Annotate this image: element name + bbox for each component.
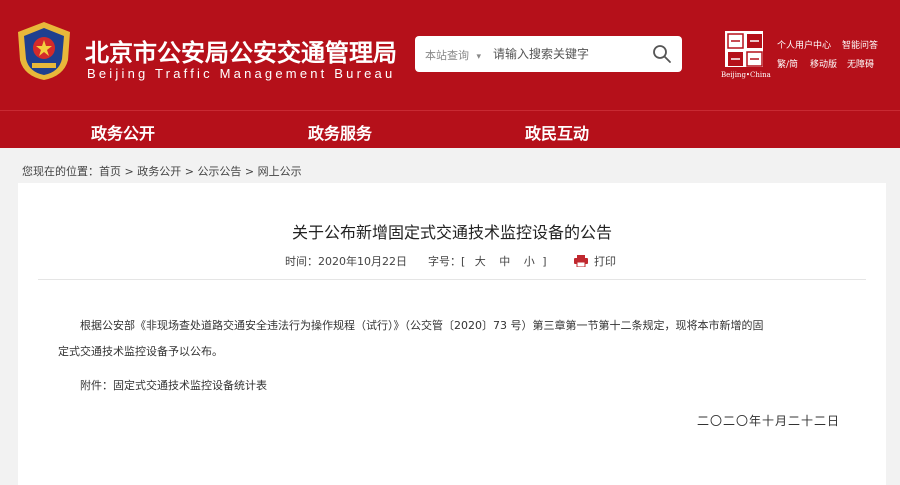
breadcrumb-home[interactable]: 首页 (99, 165, 121, 178)
search-input[interactable] (493, 40, 643, 68)
site-title-cn: 北京市公安局公安交通管理局 (85, 39, 397, 67)
search-icon[interactable] (652, 44, 672, 64)
publish-date-cn: 二〇二〇年十月二十二日 (696, 414, 840, 428)
breadcrumb-separator: > (241, 165, 258, 178)
nav-item-gov-affairs-open[interactable]: 政务公开 (91, 120, 155, 144)
breadcrumb-separator: > (181, 165, 198, 178)
body-paragraph-line1: 根据公安部《非现场查处道路交通安全违法行为操作规程（试行）》（公交管〔2020〕… (80, 319, 764, 332)
search-scope-select[interactable]: 本站查询 ▾ (425, 47, 481, 63)
breadcrumb-online-notice[interactable]: 网上公示 (258, 165, 302, 178)
article-panel: 关于公布新增固定式交通技术监控设备的公告 时间：2020年10月22日 字号：[… (18, 183, 886, 485)
font-size-large-button[interactable]: 大 (475, 255, 486, 268)
font-size-small-button[interactable]: 小 (524, 255, 535, 268)
chevron-down-icon: ▾ (476, 52, 482, 62)
divider (38, 279, 866, 280)
nav-item-public-interaction[interactable]: 政民互动 (525, 120, 589, 144)
publish-time: 时间：2020年10月22日 (285, 255, 407, 268)
breadcrumb-separator: > (121, 165, 138, 178)
font-size-control: 字号：[ 大 中 小 ] (428, 253, 547, 269)
site-title-en: Beijing Traffic Management Bureau (87, 66, 396, 81)
font-size-bracket-close: ] (542, 255, 547, 268)
trad-simp-link[interactable]: 繁/简 (777, 57, 798, 70)
attachment-link[interactable]: 附件：固定式交通技术监控设备统计表 (80, 377, 267, 393)
personal-center-link[interactable]: 个人用户中心 (777, 38, 831, 51)
police-emblem-icon (18, 22, 70, 80)
main-nav: 政务公开 政务服务 政民互动 (0, 110, 900, 148)
accessibility-link[interactable]: 无障碍 (847, 57, 874, 70)
font-size-label: 字号： (428, 255, 461, 268)
capital-logo-icon (727, 33, 763, 67)
smart-qa-link[interactable]: 智能问答 (842, 38, 878, 51)
article-title: 关于公布新增固定式交通技术监控设备的公告 (291, 223, 612, 242)
breadcrumb: 您现在的位置：首页 > 政务公开 > 公示公告 > 网上公示 (22, 163, 302, 179)
capital-logo[interactable] (724, 30, 764, 68)
capital-logo-text: Beijing•China (721, 71, 771, 79)
print-button[interactable]: 打印 (594, 253, 616, 269)
breadcrumb-prefix: 您现在的位置： (22, 165, 99, 178)
body-paragraph-line2: 定式交通技术监控设备予以公布。 (58, 345, 223, 358)
font-size-medium-button[interactable]: 中 (499, 255, 510, 268)
nav-item-gov-services[interactable]: 政务服务 (308, 120, 372, 144)
printer-icon[interactable] (574, 255, 588, 267)
search-scope-label: 本站查询 (425, 49, 469, 62)
search-box: 本站查询 ▾ (415, 36, 682, 72)
breadcrumb-gov-affairs[interactable]: 政务公开 (137, 165, 181, 178)
mobile-version-link[interactable]: 移动版 (810, 57, 837, 70)
font-size-bracket-open: [ (461, 255, 466, 268)
breadcrumb-announcements[interactable]: 公示公告 (197, 165, 241, 178)
